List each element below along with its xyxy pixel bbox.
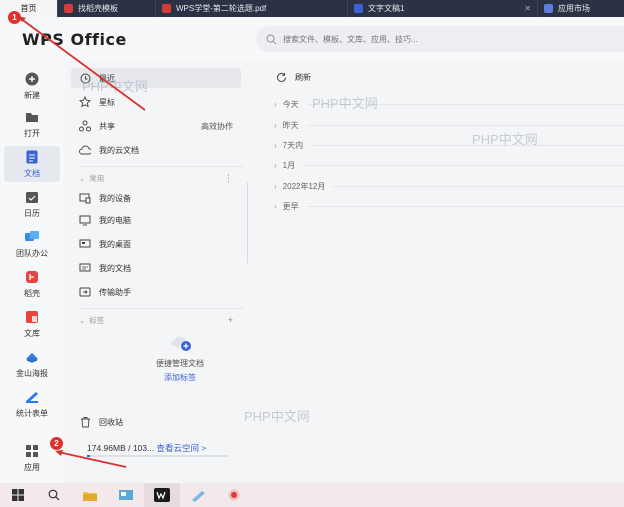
wps-icon[interactable] <box>144 483 180 507</box>
annotation-badge-2: 2 <box>50 437 63 450</box>
file-explorer-icon[interactable] <box>72 483 108 507</box>
annotation-arrows <box>18 16 146 468</box>
search-icon[interactable] <box>36 483 72 507</box>
taskbar <box>0 483 624 507</box>
control-panel-icon[interactable] <box>108 483 144 507</box>
notes-icon[interactable] <box>180 483 216 507</box>
annotation-badge-1: 1 <box>8 11 21 24</box>
screen-recorder-icon[interactable] <box>216 483 252 507</box>
windows-start-icon[interactable] <box>0 483 36 507</box>
